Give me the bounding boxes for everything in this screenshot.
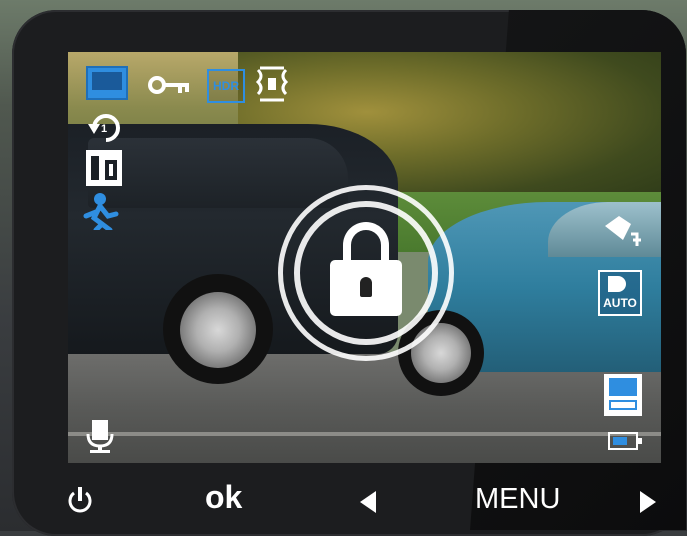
g-sensor-icon [86,150,122,186]
mic-off-icon [84,418,118,459]
power-icon [68,487,92,513]
camera-screen: HDR 1 AUTO [68,52,661,463]
softkey-bar: ok MENU [0,463,687,531]
collision-icon [603,212,643,253]
motion-detect-icon [82,192,122,235]
black-suv-window [88,138,348,208]
battery-icon [608,432,642,450]
suv-rim [180,292,256,368]
light-auto-icon: AUTO [598,270,642,316]
parking-mode-icon [254,64,290,109]
ok-button[interactable]: ok [205,479,242,516]
lock-keyhole [360,277,372,297]
left-button[interactable] [358,489,378,520]
sd-card-icon [604,374,642,416]
loop-record-icon: 1 [86,108,126,151]
menu-button[interactable]: MENU [475,483,560,516]
hdr-icon: HDR [207,69,245,103]
right-arrow-icon [640,491,656,513]
right-button[interactable] [638,489,658,520]
camera-mode-icon [86,66,128,100]
auto-label: AUTO [603,296,637,310]
key-icon [148,74,192,101]
left-arrow-icon [360,491,376,513]
power-button[interactable] [66,485,94,520]
svg-text:1: 1 [101,123,107,135]
scene-road-line [68,432,661,436]
